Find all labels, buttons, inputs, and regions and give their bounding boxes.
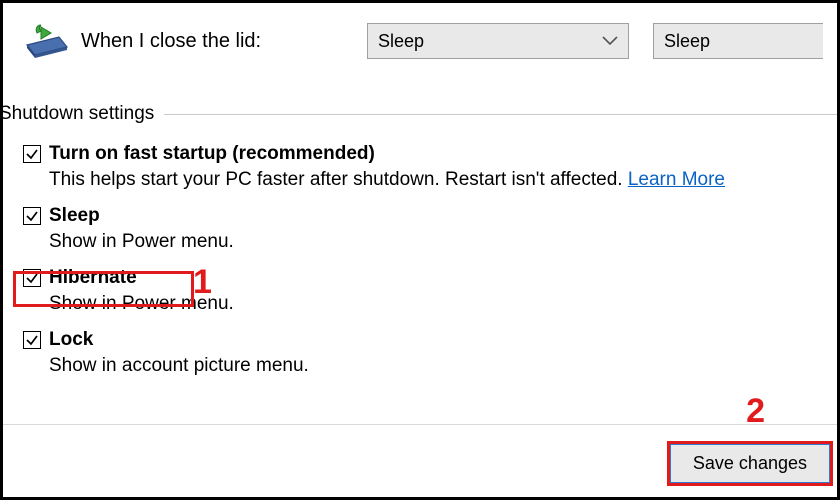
fast-startup-label: Turn on fast startup (recommended) [49,143,375,165]
shutdown-settings-heading: Shutdown settings [0,103,164,125]
lock-label: Lock [49,329,93,351]
fast-startup-desc: This helps start your PC faster after sh… [49,169,837,191]
close-lid-label: When I close the lid: [81,30,261,53]
sleep-label: Sleep [49,205,100,227]
lid-action-battery-select[interactable]: Sleep [367,23,629,59]
lock-desc: Show in account picture menu. [49,355,837,377]
divider [164,114,837,115]
fast-startup-checkbox[interactable] [23,145,41,163]
save-changes-button[interactable]: Save changes [669,443,831,484]
hibernate-label: Hibernate [49,267,137,289]
chevron-down-icon [602,36,618,46]
sleep-desc: Show in Power menu. [49,231,837,253]
lock-checkbox[interactable] [23,331,41,349]
hibernate-checkbox[interactable] [23,269,41,287]
learn-more-link[interactable]: Learn More [628,169,725,190]
laptop-lid-icon [21,21,81,61]
annotation-number-1: 1 [193,263,212,302]
lid-action-plugged-value: Sleep [664,31,710,52]
sleep-checkbox[interactable] [23,207,41,225]
button-bar: Save changes [3,424,837,497]
lid-action-plugged-select[interactable]: Sleep [653,23,823,59]
hibernate-desc: Show in Power menu. [49,293,837,315]
lid-action-battery-value: Sleep [378,31,424,52]
